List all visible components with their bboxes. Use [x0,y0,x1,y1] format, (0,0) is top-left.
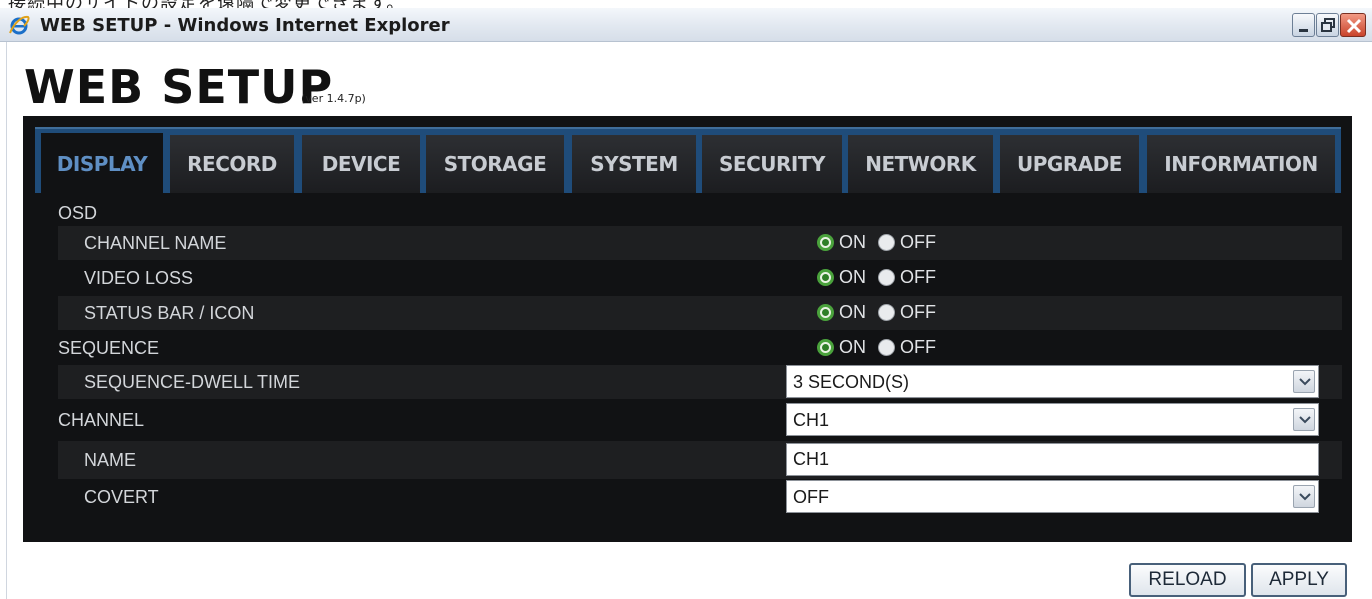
restore-button[interactable] [1316,13,1339,37]
restore-icon [1321,18,1335,32]
tab-record[interactable]: RECORD [170,135,294,193]
radio-checked-icon [817,269,834,286]
tab-bar: DISPLAY RECORD DEVICE STORAGE SYSTEM SEC… [35,127,1341,195]
top-strip: 接続中のサイトの設定を遠隔で変更できます。 [0,0,1372,8]
covert-row: COVERT OFF [58,480,1342,514]
minimize-icon [1299,29,1308,32]
minimize-button[interactable] [1292,13,1315,37]
name-row: NAME [58,441,1342,479]
reload-button[interactable]: RELOAD [1129,563,1246,597]
tab-security[interactable]: SECURITY [702,135,842,193]
version-label: (ver 1.4.7p) [301,92,366,105]
tab-information[interactable]: INFORMATION [1147,135,1335,193]
channel-select[interactable]: CH1 [786,403,1319,436]
name-input[interactable] [786,443,1319,476]
radio-checked-icon [817,234,834,251]
covert-select[interactable]: OFF [786,480,1319,513]
dwell-time-row: SEQUENCE-DWELL TIME 3 SECOND(S) [58,365,1342,399]
video-loss-radio-group: ON OFF [817,267,948,288]
video-loss-off-radio[interactable]: OFF [878,267,936,288]
radio-off-label: OFF [900,337,936,357]
sequence-radio-group: ON OFF [817,337,948,358]
name-label: NAME [84,450,137,470]
chevron-down-icon[interactable] [1293,485,1315,508]
status-bar-on-radio[interactable]: ON [817,302,866,323]
window-title: WEB SETUP - Windows Internet Explorer [40,15,450,36]
dwell-time-value: 3 SECOND(S) [793,372,910,392]
covert-value: OFF [793,487,829,507]
radio-checked-icon [817,304,834,321]
close-button[interactable] [1340,13,1366,37]
radio-unchecked-icon [878,234,895,251]
chevron-down-icon[interactable] [1293,370,1315,393]
radio-checked-icon [817,339,834,356]
dwell-time-label: SEQUENCE-DWELL TIME [84,372,301,392]
radio-on-label: ON [839,232,866,252]
sequence-label: SEQUENCE [58,338,160,358]
status-bar-label: STATUS BAR / ICON [84,303,255,323]
covert-label: COVERT [84,487,159,507]
channel-row: CHANNEL CH1 [58,403,1342,437]
tab-device[interactable]: DEVICE [302,135,420,193]
video-loss-on-radio[interactable]: ON [817,267,866,288]
window-left-border [0,42,7,599]
radio-unchecked-icon [878,269,895,286]
channel-label: CHANNEL [58,410,145,430]
tab-network[interactable]: NETWORK [848,135,993,193]
video-loss-row: VIDEO LOSS ON OFF [58,261,1342,295]
window-titlebar[interactable]: WEB SETUP - Windows Internet Explorer [0,8,1372,42]
tab-display[interactable]: DISPLAY [41,133,163,195]
osd-row: OSD [58,196,1342,230]
radio-off-label: OFF [900,267,936,287]
video-loss-label: VIDEO LOSS [84,268,194,288]
radio-off-label: OFF [900,232,936,252]
status-bar-off-radio[interactable]: OFF [878,302,936,323]
channel-name-radio-group: ON OFF [817,232,948,253]
sequence-on-radio[interactable]: ON [817,337,866,358]
radio-unchecked-icon [878,339,895,356]
close-icon [1346,18,1362,34]
dwell-time-select[interactable]: 3 SECOND(S) [786,365,1319,398]
apply-button[interactable]: APPLY [1251,563,1347,597]
sequence-off-radio[interactable]: OFF [878,337,936,358]
channel-name-label: CHANNEL NAME [84,233,227,253]
internet-explorer-icon [8,14,30,36]
channel-name-row: CHANNEL NAME ON OFF [58,226,1342,260]
osd-label: OSD [58,203,98,223]
radio-off-label: OFF [900,302,936,322]
sequence-row: SEQUENCE ON OFF [58,331,1342,365]
channel-name-off-radio[interactable]: OFF [878,232,936,253]
top-strip-text: 接続中のサイトの設定を遠隔で変更できます。 [8,0,405,8]
radio-on-label: ON [839,267,866,287]
status-bar-radio-group: ON OFF [817,302,948,323]
channel-name-on-radio[interactable]: ON [817,232,866,253]
channel-value: CH1 [793,410,830,430]
tab-storage[interactable]: STORAGE [426,135,564,193]
page-title: WEB SETUP [24,60,334,114]
chevron-down-icon[interactable] [1293,408,1315,431]
status-bar-row: STATUS BAR / ICON ON OFF [58,296,1342,330]
tab-upgrade[interactable]: UPGRADE [1000,135,1139,193]
radio-on-label: ON [839,302,866,322]
radio-unchecked-icon [878,304,895,321]
browser-window: 接続中のサイトの設定を遠隔で変更できます。 WEB SETUP - Window… [0,0,1372,599]
radio-on-label: ON [839,337,866,357]
tab-system[interactable]: SYSTEM [572,135,696,193]
